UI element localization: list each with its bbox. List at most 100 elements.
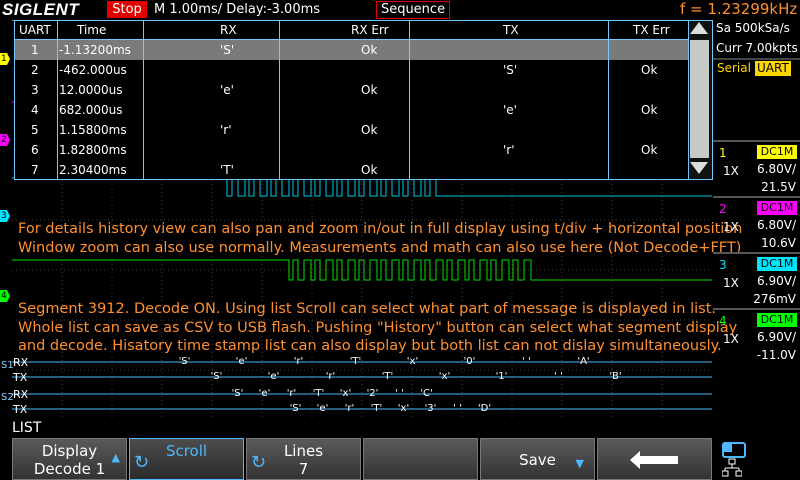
decode-packet: 'e'	[267, 371, 280, 382]
table-row[interactable]: 4 682.000us 'e' Ok	[15, 100, 689, 120]
usb-storage-icon-fill	[724, 444, 732, 452]
ch2-coupling-badge: DC1M	[757, 201, 797, 215]
decode-list-table[interactable]: UART Time RX RX Err TX TX Err 1 -1.13200m…	[14, 20, 690, 180]
row-rx-err: Ok	[361, 83, 378, 97]
row-tx-err: Ok	[641, 103, 658, 117]
row-rx: 'S'	[220, 43, 235, 57]
decode-packet: 'r'	[293, 356, 304, 367]
row-time: -462.000us	[59, 63, 127, 77]
frequency-counter: f = 1.23299kHz	[680, 0, 798, 18]
decode-packet: 'B'	[609, 371, 622, 382]
row-rx-err: Ok	[361, 123, 378, 137]
lines-button-value: 7	[298, 460, 309, 478]
display-up-arrow-icon: ▲	[111, 451, 120, 464]
decode-packet: 'x'	[438, 371, 451, 382]
row-rx-err: Ok	[361, 163, 378, 177]
decode-packet: 'r'	[325, 371, 336, 382]
bus1-tx-label: TX	[13, 371, 28, 384]
decode-packet: ' '	[522, 356, 531, 367]
row-index: 7	[31, 163, 39, 177]
row-time: -1.13200ms	[59, 43, 131, 57]
run-stop-indicator[interactable]: Stop	[107, 1, 147, 18]
ch3-vdiv: 6.90V/	[757, 274, 796, 288]
ch4-info-panel[interactable]: 4 DC1M 1X 6.90V/ -11.0V	[713, 308, 800, 370]
decode-packet: 'T'	[349, 356, 362, 367]
decode-packet: '2'	[366, 388, 379, 399]
ch2-probe: 1X	[723, 220, 739, 234]
display-button-label: Display	[41, 442, 98, 460]
row-time: 2.30400ms	[59, 163, 127, 177]
network-icon	[722, 458, 742, 477]
back-button[interactable]	[597, 438, 712, 480]
panel-divider	[713, 58, 800, 60]
col-header-uart: UART	[19, 23, 51, 37]
ch1-info-panel[interactable]: 1 DC1M 1X 6.80V/ 21.5V	[713, 140, 800, 202]
decode-packet: 'T'	[312, 388, 325, 399]
decode-packet: 'T'	[370, 403, 383, 414]
row-tx-err: Ok	[641, 143, 658, 157]
row-time: 682.000us	[59, 103, 123, 117]
note-line-5: and decode. Hisatory time stamp list can…	[18, 338, 722, 354]
note-line-3: Segment 3912. Decode ON. Using list Scro…	[18, 301, 717, 317]
row-index: 2	[31, 63, 39, 77]
row-time: 1.15800ms	[59, 123, 127, 137]
ch4-probe: 1X	[723, 332, 739, 346]
row-time: 1.82800ms	[59, 143, 127, 157]
decode-packet: ' '	[395, 388, 404, 399]
row-index: 1	[31, 43, 39, 57]
decode-packet: 'S'	[178, 356, 191, 367]
ch2-info-panel[interactable]: 2 DC1M 1X 6.80V/ 10.6V	[713, 196, 800, 258]
list-scrollbar-thumb[interactable]	[690, 40, 709, 158]
empty-softkey[interactable]	[363, 438, 478, 480]
decode-packet: 'x'	[406, 356, 419, 367]
decode-packet: 'r'	[286, 388, 297, 399]
acquire-mode-badge: Sequence	[376, 1, 450, 19]
ch2-offset: 10.6V	[761, 236, 796, 250]
bus2-label: S2	[1, 392, 14, 403]
table-row[interactable]: 3 12.0000us 'e' Ok	[15, 80, 689, 100]
ch4-vdiv: 6.90V/	[757, 330, 796, 344]
sample-rate-readout: Sa 500kSa/s	[716, 21, 790, 35]
table-row[interactable]: 5 1.15800ms 'r' Ok	[15, 120, 689, 140]
save-button[interactable]: Save ▼	[480, 438, 595, 480]
decode-packet: 'S'	[289, 403, 302, 414]
row-index: 5	[31, 123, 39, 137]
ch3-marker-label: 3	[1, 211, 7, 221]
table-row[interactable]: 2 -462.000us 'S' Ok	[15, 60, 689, 80]
row-tx: 'e'	[503, 103, 517, 117]
ch3-offset: 276mV	[753, 292, 796, 306]
table-row[interactable]: 1 -1.13200ms 'S' Ok	[15, 40, 689, 60]
ch1-number: 1	[719, 146, 727, 160]
save-down-arrow-icon: ▼	[575, 457, 584, 470]
return-arrow-icon	[630, 451, 678, 469]
row-index: 4	[31, 103, 39, 117]
bus2-rx-label: RX	[13, 388, 29, 401]
ch2-vdiv: 6.80V/	[757, 218, 796, 232]
table-row[interactable]: 7 2.30400ms 'T' Ok	[15, 160, 689, 180]
decode-packet: 'D'	[477, 403, 492, 414]
decode-packet: 'x'	[397, 403, 410, 414]
table-row[interactable]: 6 1.82800ms 'r' Ok	[15, 140, 689, 160]
display-decode-button[interactable]: Display Decode 1 ▲	[12, 438, 127, 480]
scroll-button[interactable]: ↻ Scroll	[129, 438, 244, 480]
note-line-1: For details history view can also pan an…	[18, 221, 743, 237]
table-header: UART Time RX RX Err TX TX Err	[15, 21, 689, 40]
ch3-number: 3	[719, 258, 727, 272]
brand-logo: SIGLENT	[2, 0, 80, 19]
memory-depth-readout: Curr 7.00kpts	[716, 41, 798, 55]
scroll-down-icon[interactable]	[690, 162, 708, 174]
timebase-readout: M 1.00ms/ Delay:-3.00ms	[154, 2, 321, 17]
row-index: 6	[31, 143, 39, 157]
trigger-type-label: Serial	[717, 61, 751, 75]
ch1-probe: 1X	[723, 164, 739, 178]
ch3-info-panel[interactable]: 3 DC1M 1X 6.90V/ 276mV	[713, 252, 800, 314]
ch2-marker-label: 2	[1, 135, 7, 145]
scroll-button-label: Scroll	[165, 442, 208, 460]
decode-packet: 'e'	[235, 356, 248, 367]
decode-packet: ' '	[554, 371, 563, 382]
row-rx-err: Ok	[361, 43, 378, 57]
scroll-up-icon[interactable]	[690, 22, 708, 34]
ch4-number: 4	[719, 314, 727, 328]
note-line-4: Whole list can save as CSV to USB flash.…	[18, 320, 738, 336]
lines-button[interactable]: ↻ Lines 7	[246, 438, 361, 480]
